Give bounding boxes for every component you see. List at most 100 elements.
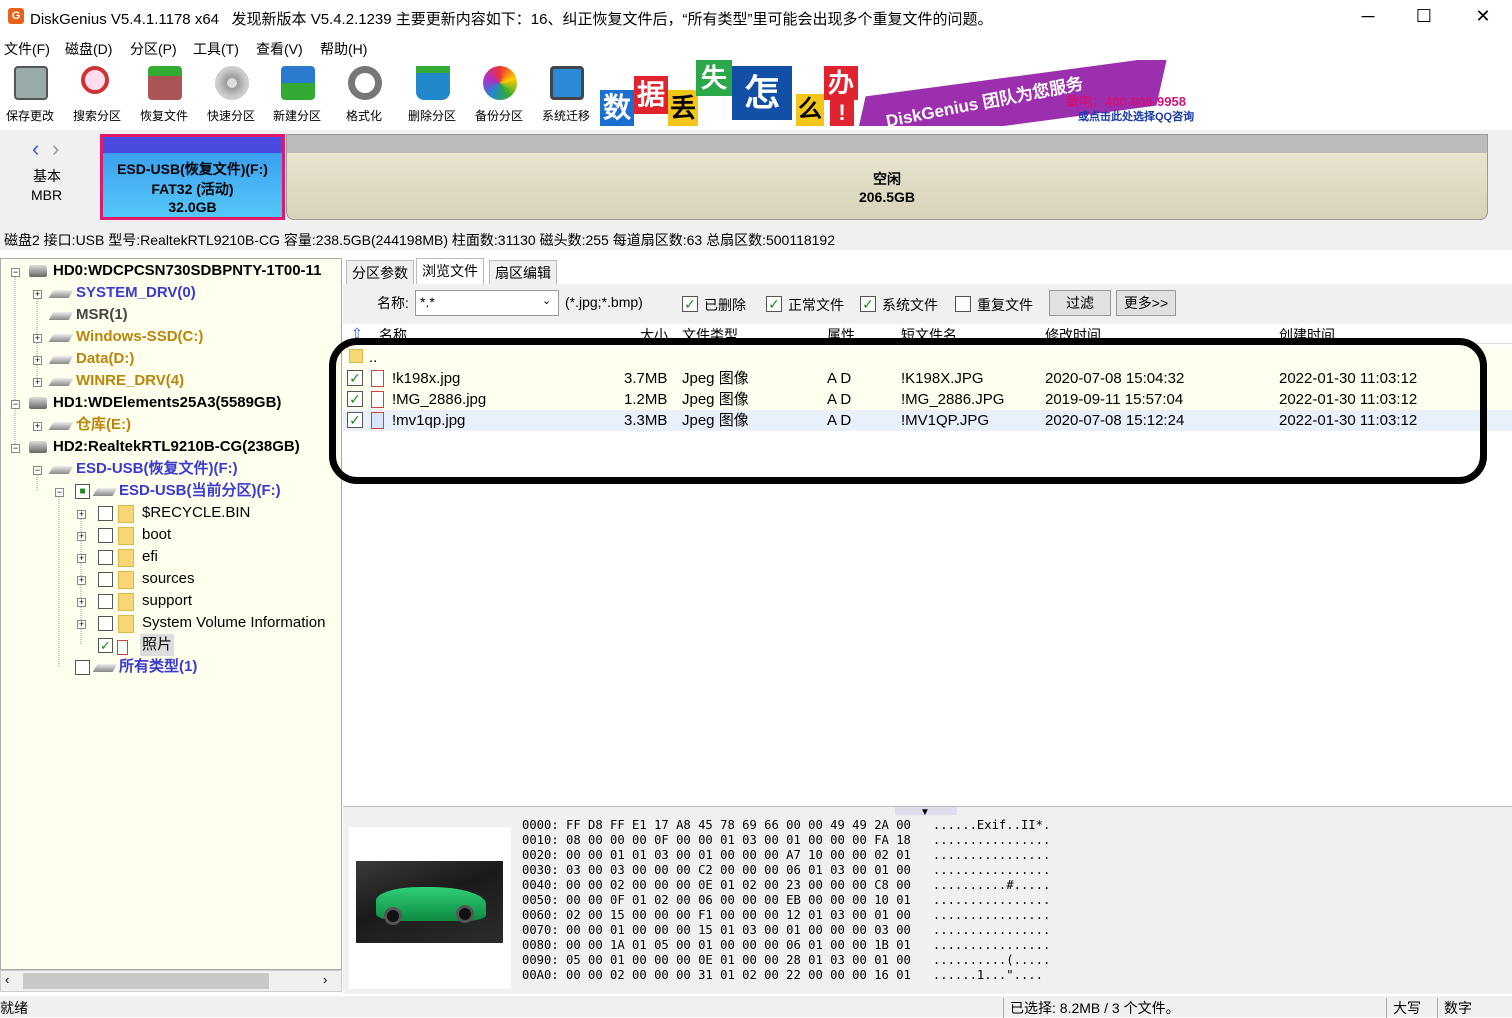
expand-data-d[interactable]: + — [33, 356, 42, 365]
expand-system-drv[interactable]: + — [33, 290, 42, 299]
more-button[interactable]: 更多>> — [1116, 290, 1176, 316]
disk-type-basic: 基本 — [33, 168, 61, 184]
tree-windows-ssd[interactable]: Windows-SSD(C:) — [76, 326, 203, 348]
folder-icon — [118, 505, 134, 523]
tree-winre-drv[interactable]: WINRE_DRV(4) — [76, 370, 184, 392]
search-partition-button[interactable]: 搜索分区 — [65, 60, 129, 126]
tree-hd2[interactable]: HD2:RealtekRTL9210B-CG(238GB) — [53, 436, 300, 458]
name-filter-label: 名称: — [377, 295, 409, 311]
support-checkbox[interactable] — [98, 594, 113, 609]
quick-partition-button[interactable]: 快速分区 — [199, 60, 263, 126]
system-files-checkbox[interactable]: ✓ — [860, 296, 876, 312]
scroll-thumb[interactable] — [23, 973, 269, 989]
recycle-bin-checkbox[interactable] — [98, 506, 113, 521]
car-wheel — [384, 907, 402, 925]
tab-partition-params[interactable]: 分区参数 — [346, 260, 414, 284]
free-space-label: 空闲 — [873, 171, 901, 187]
efi-checkbox[interactable] — [98, 550, 113, 565]
system-files-label: 系统文件 — [882, 297, 938, 313]
current-partition-checkbox[interactable]: ■ — [75, 484, 90, 499]
menu-view[interactable]: 查看(V) — [256, 39, 303, 59]
menu-tools[interactable]: 工具(T) — [193, 39, 239, 59]
recover-files-button[interactable]: 恢复文件 — [132, 60, 196, 126]
scroll-left-arrow-icon[interactable]: ‹ — [5, 972, 9, 987]
maximize-button[interactable]: ☐ — [1396, 0, 1452, 34]
tab-browse-files[interactable]: 浏览文件 — [416, 258, 484, 284]
expand-sources[interactable]: + — [77, 576, 86, 585]
sources-checkbox[interactable] — [98, 572, 113, 587]
triangle-down-icon[interactable]: ▼ — [920, 807, 930, 818]
tree-esd-usb[interactable]: ESD-USB(恢复文件)(F:) — [76, 458, 238, 480]
tree-cangku-e[interactable]: 仓库(E:) — [76, 414, 131, 436]
tree-hd0[interactable]: HD0:WDCPCSN730SDBPNTY-1T00-11 — [53, 260, 321, 282]
status-bar: 就绪 已选择: 8.2MB / 3 个文件。 大写 数字 — [0, 996, 1512, 1018]
tree-folder-system-volume-info[interactable]: System Volume Information — [142, 612, 325, 634]
new-partition-label: 新建分区 — [272, 109, 321, 123]
folder-icon — [118, 549, 134, 567]
pattern-hint: (*.jpg;*.bmp) — [565, 294, 643, 310]
banner-qq[interactable]: 或点击此处选择QQ咨询 — [1078, 108, 1194, 124]
expand-hd2[interactable]: − — [11, 444, 20, 453]
delete-partition-button[interactable]: 删除分区 — [400, 60, 464, 126]
expand-hd1[interactable]: − — [11, 400, 20, 409]
prev-disk-button[interactable]: ‹ — [32, 136, 39, 162]
update-notice[interactable]: 发现新版本 V5.4.2.1239 主要更新内容如下：16、纠正恢复文件后，“所… — [232, 11, 993, 28]
expand-hd0[interactable]: − — [11, 268, 20, 277]
next-disk-button[interactable]: › — [52, 136, 59, 162]
filter-button[interactable]: 过滤 — [1049, 290, 1111, 316]
tree-all-types[interactable]: 所有类型(1) — [119, 656, 197, 678]
photos-checkbox[interactable]: ✓ — [98, 638, 113, 653]
format-button[interactable]: 格式化 — [332, 60, 396, 126]
tree-msr[interactable]: MSR(1) — [76, 304, 128, 326]
all-types-checkbox[interactable] — [75, 660, 90, 675]
backup-partition-button[interactable]: 备份分区 — [467, 60, 531, 126]
scroll-right-arrow-icon[interactable]: › — [323, 972, 327, 987]
tree-folder-recycle-bin[interactable]: $RECYCLE.BIN — [142, 502, 250, 524]
tree-horizontal-scrollbar[interactable]: ‹ › — [0, 970, 342, 992]
menu-partition[interactable]: 分区(P) — [130, 39, 177, 59]
disk-type-mbr: MBR — [31, 187, 63, 203]
title-bar: G DiskGenius V5.4.1.1178 x64 发现新版本 V5.4.… — [0, 0, 1512, 34]
tab-sector-edit[interactable]: 扇区编辑 — [489, 260, 557, 284]
menu-disk[interactable]: 磁盘(D) — [65, 39, 112, 59]
expand-support[interactable]: + — [77, 598, 86, 607]
minimize-button[interactable]: ─ — [1340, 0, 1396, 34]
tree-system-drv[interactable]: SYSTEM_DRV(0) — [76, 282, 196, 304]
banner-char-6: 么 — [796, 94, 824, 126]
expand-cangku[interactable]: + — [33, 422, 42, 431]
tree-folder-sources[interactable]: sources — [142, 568, 195, 590]
system-volume-info-checkbox[interactable] — [98, 616, 113, 631]
tree-hd1[interactable]: HD1:WDElements25A3(5589GB) — [53, 392, 281, 414]
expand-windows-ssd[interactable]: + — [33, 334, 42, 343]
tree-data-d[interactable]: Data(D:) — [76, 348, 134, 370]
normal-files-checkbox[interactable]: ✓ — [766, 296, 782, 312]
window-title-text: DiskGenius V5.4.1.1178 x64 — [30, 11, 220, 28]
expand-system-volume-info[interactable]: + — [77, 620, 86, 629]
save-changes-button[interactable]: 保存更改 — [0, 60, 62, 126]
expand-winre-drv[interactable]: + — [33, 378, 42, 387]
recover-files-label: 恢复文件 — [139, 109, 188, 123]
ad-banner[interactable]: 数 据 丢 失 怎 么 办 ! DiskGenius 团队为您服务 致电：400… — [598, 60, 1210, 126]
chevron-down-icon[interactable]: ⌄ — [542, 294, 551, 307]
system-migrate-button[interactable]: 系统迁移 — [534, 60, 598, 126]
name-filter-combo[interactable]: *.* ⌄ — [415, 290, 559, 316]
tree-folder-photos[interactable]: 照片 — [140, 634, 175, 656]
tree-folder-efi[interactable]: efi — [142, 546, 158, 568]
close-button[interactable]: ✕ — [1455, 0, 1511, 34]
expand-efi[interactable]: + — [77, 554, 86, 563]
menu-file[interactable]: 文件(F) — [4, 39, 50, 59]
tree-current-partition[interactable]: ESD-USB(当前分区)(F:) — [119, 480, 281, 502]
boot-checkbox[interactable] — [98, 528, 113, 543]
expand-current-partition[interactable]: − — [55, 488, 64, 497]
menu-help[interactable]: 帮助(H) — [320, 39, 367, 59]
expand-esd-usb[interactable]: − — [33, 466, 42, 475]
free-space-block[interactable]: 空闲 206.5GB — [286, 134, 1488, 220]
tree-folder-boot[interactable]: boot — [142, 524, 171, 546]
expand-recycle-bin[interactable]: + — [77, 510, 86, 519]
expand-boot[interactable]: + — [77, 532, 86, 541]
duplicate-files-checkbox[interactable] — [955, 296, 971, 312]
tree-folder-support[interactable]: support — [142, 590, 192, 612]
new-partition-button[interactable]: 新建分区 — [265, 60, 329, 126]
deleted-checkbox[interactable]: ✓ — [682, 296, 698, 312]
partition-block-f[interactable]: ESD-USB(恢复文件)(F:) FAT32 (活动) 32.0GB — [100, 134, 285, 220]
